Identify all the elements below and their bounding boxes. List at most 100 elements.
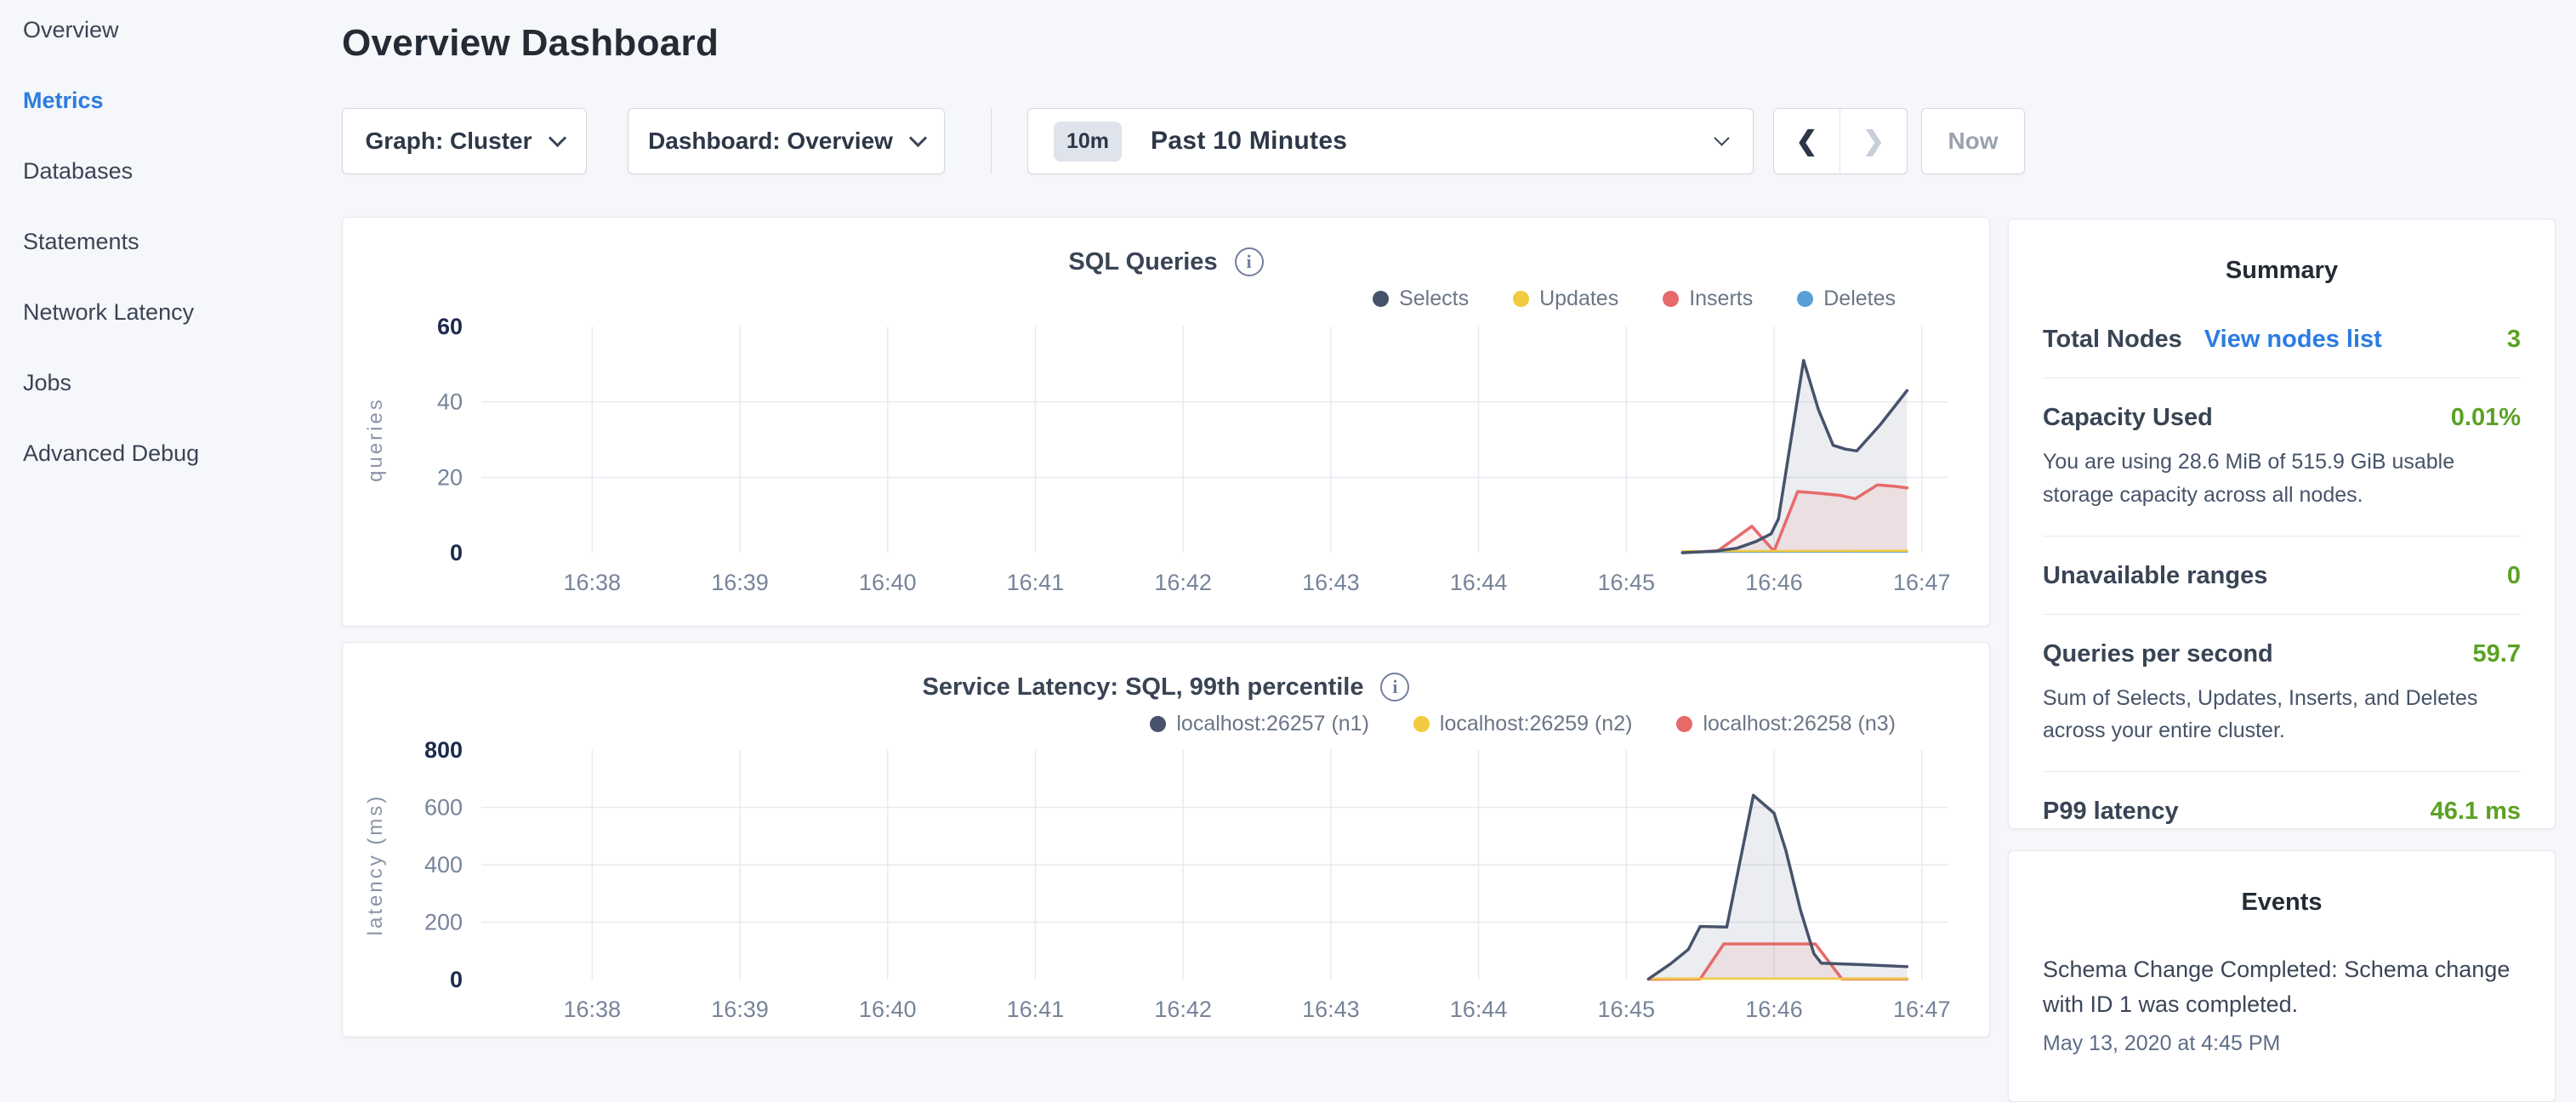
- events-panel: Events Schema Change Completed: Schema c…: [2008, 850, 2556, 1102]
- svg-text:16:42: 16:42: [1154, 570, 1212, 595]
- svg-text:0: 0: [450, 967, 463, 992]
- stat-p99-latency: P99 latency 46.1 ms: [2043, 772, 2521, 849]
- stat-value: 46.1 ms: [2431, 798, 2521, 826]
- stat-value: 0: [2507, 562, 2521, 590]
- svg-text:16:41: 16:41: [1007, 570, 1065, 595]
- prev-time-button[interactable]: ❮: [1774, 109, 1840, 173]
- sidebar-item-overview[interactable]: Overview: [23, 17, 338, 43]
- svg-text:0: 0: [450, 540, 463, 565]
- legend-dot-icon: [1413, 716, 1430, 732]
- stat-label: Unavailable ranges: [2043, 562, 2267, 590]
- controls-bar: Graph: Cluster Dashboard: Overview 10m P…: [342, 108, 2025, 174]
- svg-text:16:44: 16:44: [1450, 997, 1508, 1022]
- service-latency-chart[interactable]: 16:3816:3916:4016:4116:4216:4316:4416:45…: [343, 740, 1989, 1037]
- legend-dot-icon: [1513, 291, 1529, 307]
- chart-legend: Selects Updates Inserts Deletes: [343, 286, 1896, 311]
- dashboard-label: Dashboard: Overview: [648, 128, 893, 155]
- events-title: Events: [2043, 889, 2521, 917]
- sidebar-item-advanced-debug[interactable]: Advanced Debug: [23, 440, 338, 467]
- metrics-page: Overview Metrics Databases Statements Ne…: [0, 0, 2576, 1051]
- svg-text:16:47: 16:47: [1893, 997, 1951, 1022]
- legend-dot-icon: [1373, 291, 1389, 307]
- sidebar-item-network-latency[interactable]: Network Latency: [23, 299, 338, 326]
- graph-scope-dropdown[interactable]: Graph: Cluster: [342, 108, 587, 174]
- svg-text:16:39: 16:39: [711, 570, 769, 595]
- chevron-down-icon: [1714, 130, 1729, 145]
- chevron-down-icon: [909, 129, 927, 147]
- graph-scope-label: Graph: Cluster: [365, 128, 532, 155]
- summary-title: Summary: [2043, 257, 2521, 285]
- svg-text:16:46: 16:46: [1745, 570, 1803, 595]
- chart-title: Service Latency: SQL, 99th percentile: [923, 673, 1364, 702]
- info-icon[interactable]: [1235, 247, 1264, 276]
- stat-value: 59.7: [2473, 640, 2521, 668]
- legend-item: localhost:26258 (n3): [1676, 712, 1896, 736]
- legend-dot-icon: [1663, 291, 1679, 307]
- summary-panel: Summary Total Nodes View nodes list 3 Ca…: [2008, 219, 2556, 829]
- svg-text:600: 600: [424, 795, 463, 821]
- time-range-selector[interactable]: 10m Past 10 Minutes: [1027, 108, 1754, 174]
- time-window-badge: 10m: [1054, 122, 1122, 162]
- stat-value: 0.01%: [2451, 404, 2521, 432]
- svg-text:16:45: 16:45: [1598, 997, 1656, 1022]
- sidebar-item-statements[interactable]: Statements: [23, 229, 338, 255]
- svg-text:200: 200: [424, 910, 463, 935]
- legend-item: Updates: [1513, 287, 1618, 311]
- svg-text:16:47: 16:47: [1893, 570, 1951, 595]
- sidebar-item-jobs[interactable]: Jobs: [23, 370, 338, 396]
- svg-text:16:42: 16:42: [1154, 997, 1212, 1022]
- svg-text:16:38: 16:38: [563, 997, 621, 1022]
- sql-queries-chart[interactable]: 16:38 16:39 16:40 16:41 16:42 16:43 16:44 16:45…: [343, 315, 1989, 622]
- svg-text:60: 60: [437, 315, 463, 339]
- sidebar-item-metrics[interactable]: Metrics: [23, 88, 338, 114]
- chart-legend: localhost:26257 (n1)localhost:26259 (n2)…: [343, 711, 1896, 736]
- chevron-down-icon: [548, 129, 566, 147]
- page-title: Overview Dashboard: [342, 22, 1997, 65]
- stat-description: Sum of Selects, Updates, Inserts, and De…: [2043, 682, 2521, 748]
- time-step-buttons: ❮ ❯: [1773, 108, 1908, 174]
- stat-label: Queries per second: [2043, 640, 2273, 668]
- svg-text:16:40: 16:40: [859, 997, 917, 1022]
- sql-queries-card: SQL Queries Selects Updates Inserts Deletes…: [342, 217, 1990, 627]
- stat-total-nodes: Total Nodes View nodes list 3: [2043, 300, 2521, 378]
- dashboard-dropdown[interactable]: Dashboard: Overview: [628, 108, 945, 174]
- svg-text:latency (ms): latency (ms): [364, 794, 387, 936]
- svg-text:16:38: 16:38: [563, 570, 621, 595]
- legend-item: Deletes: [1797, 287, 1896, 311]
- stat-label: P99 latency: [2043, 798, 2179, 826]
- svg-text:400: 400: [424, 852, 463, 878]
- time-window-label: Past 10 Minutes: [1151, 127, 1347, 156]
- legend-dot-icon: [1797, 291, 1813, 307]
- svg-text:800: 800: [424, 740, 463, 763]
- stat-label: Total Nodes: [2043, 326, 2182, 354]
- legend-item: localhost:26257 (n1): [1150, 712, 1369, 736]
- view-nodes-list-link[interactable]: View nodes list: [2204, 326, 2382, 354]
- sidebar-item-databases[interactable]: Databases: [23, 158, 338, 185]
- svg-text:queries: queries: [364, 397, 387, 482]
- sidebar: Overview Metrics Databases Statements Ne…: [0, 0, 338, 1051]
- stat-capacity-used: Capacity Used 0.01% You are using 28.6 M…: [2043, 378, 2521, 537]
- info-icon[interactable]: [1380, 673, 1409, 702]
- service-latency-card: Service Latency: SQL, 99th percentile lo…: [342, 642, 1990, 1037]
- chart-header: Service Latency: SQL, 99th percentile: [343, 670, 1989, 704]
- stat-queries-per-second: Queries per second 59.7 Sum of Selects, …: [2043, 615, 2521, 773]
- legend-item: Inserts: [1663, 287, 1753, 311]
- svg-text:40: 40: [437, 389, 463, 415]
- event-timestamp: May 13, 2020 at 4:45 PM: [2043, 1031, 2521, 1056]
- legend-item: Selects: [1373, 287, 1469, 311]
- stat-description: You are using 28.6 MiB of 515.9 GiB usab…: [2043, 446, 2521, 512]
- svg-text:16:43: 16:43: [1302, 997, 1360, 1022]
- chart-title: SQL Queries: [1068, 248, 1217, 276]
- svg-text:16:40: 16:40: [859, 570, 917, 595]
- svg-text:16:43: 16:43: [1302, 570, 1360, 595]
- now-button[interactable]: Now: [1921, 108, 2025, 174]
- svg-text:16:44: 16:44: [1450, 570, 1508, 595]
- next-time-button[interactable]: ❯: [1840, 109, 1907, 173]
- svg-text:16:45: 16:45: [1598, 570, 1656, 595]
- event-message: Schema Change Completed: Schema change w…: [2043, 952, 2521, 1021]
- main-content: Overview Dashboard Graph: Cluster Dashbo…: [338, 0, 1997, 65]
- svg-text:16:46: 16:46: [1745, 997, 1803, 1022]
- stat-label: Capacity Used: [2043, 404, 2213, 432]
- legend-dot-icon: [1150, 716, 1166, 732]
- summary-stats: Total Nodes View nodes list 3 Capacity U…: [2043, 300, 2521, 849]
